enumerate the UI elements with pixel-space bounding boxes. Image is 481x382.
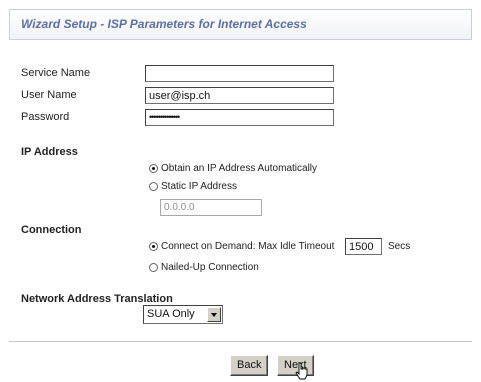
ip-auto-label: Obtain an IP Address Automatically xyxy=(161,163,318,174)
connect-on-demand-label: Connect on Demand: Max Idle Timeout xyxy=(161,241,335,252)
wizard-header: Wizard Setup - ISP Parameters for Intern… xyxy=(9,9,472,40)
chevron-down-icon[interactable] xyxy=(207,307,221,322)
ip-static-label: Static IP Address xyxy=(161,181,237,192)
connect-on-demand-radio[interactable] xyxy=(149,242,158,251)
divider xyxy=(9,341,472,342)
service-name-input[interactable] xyxy=(145,65,334,82)
timeout-unit-label: Secs xyxy=(388,241,411,252)
password-label: Password xyxy=(21,111,70,123)
service-name-label: Service Name xyxy=(21,67,91,79)
hand-pointer-icon xyxy=(295,362,308,380)
user-name-label: User Name xyxy=(21,89,77,101)
nat-select[interactable]: SUA Only xyxy=(143,305,223,324)
connection-heading: Connection xyxy=(21,224,82,236)
nat-heading: Network Address Translation xyxy=(21,293,173,305)
ip-address-heading: IP Address xyxy=(21,146,78,158)
page-title: Wizard Setup - ISP Parameters for Intern… xyxy=(21,17,307,31)
user-name-input[interactable] xyxy=(145,87,334,104)
idle-timeout-input[interactable] xyxy=(345,238,382,255)
ip-static-radio[interactable] xyxy=(149,182,158,191)
ip-auto-radio[interactable] xyxy=(149,164,158,173)
back-button[interactable]: Back xyxy=(230,355,269,376)
nailed-up-radio[interactable] xyxy=(149,263,158,272)
static-ip-input[interactable] xyxy=(160,199,262,216)
nat-selected-value: SUA Only xyxy=(147,308,195,320)
password-input[interactable] xyxy=(145,109,334,126)
nailed-up-label: Nailed-Up Connection xyxy=(161,262,259,273)
